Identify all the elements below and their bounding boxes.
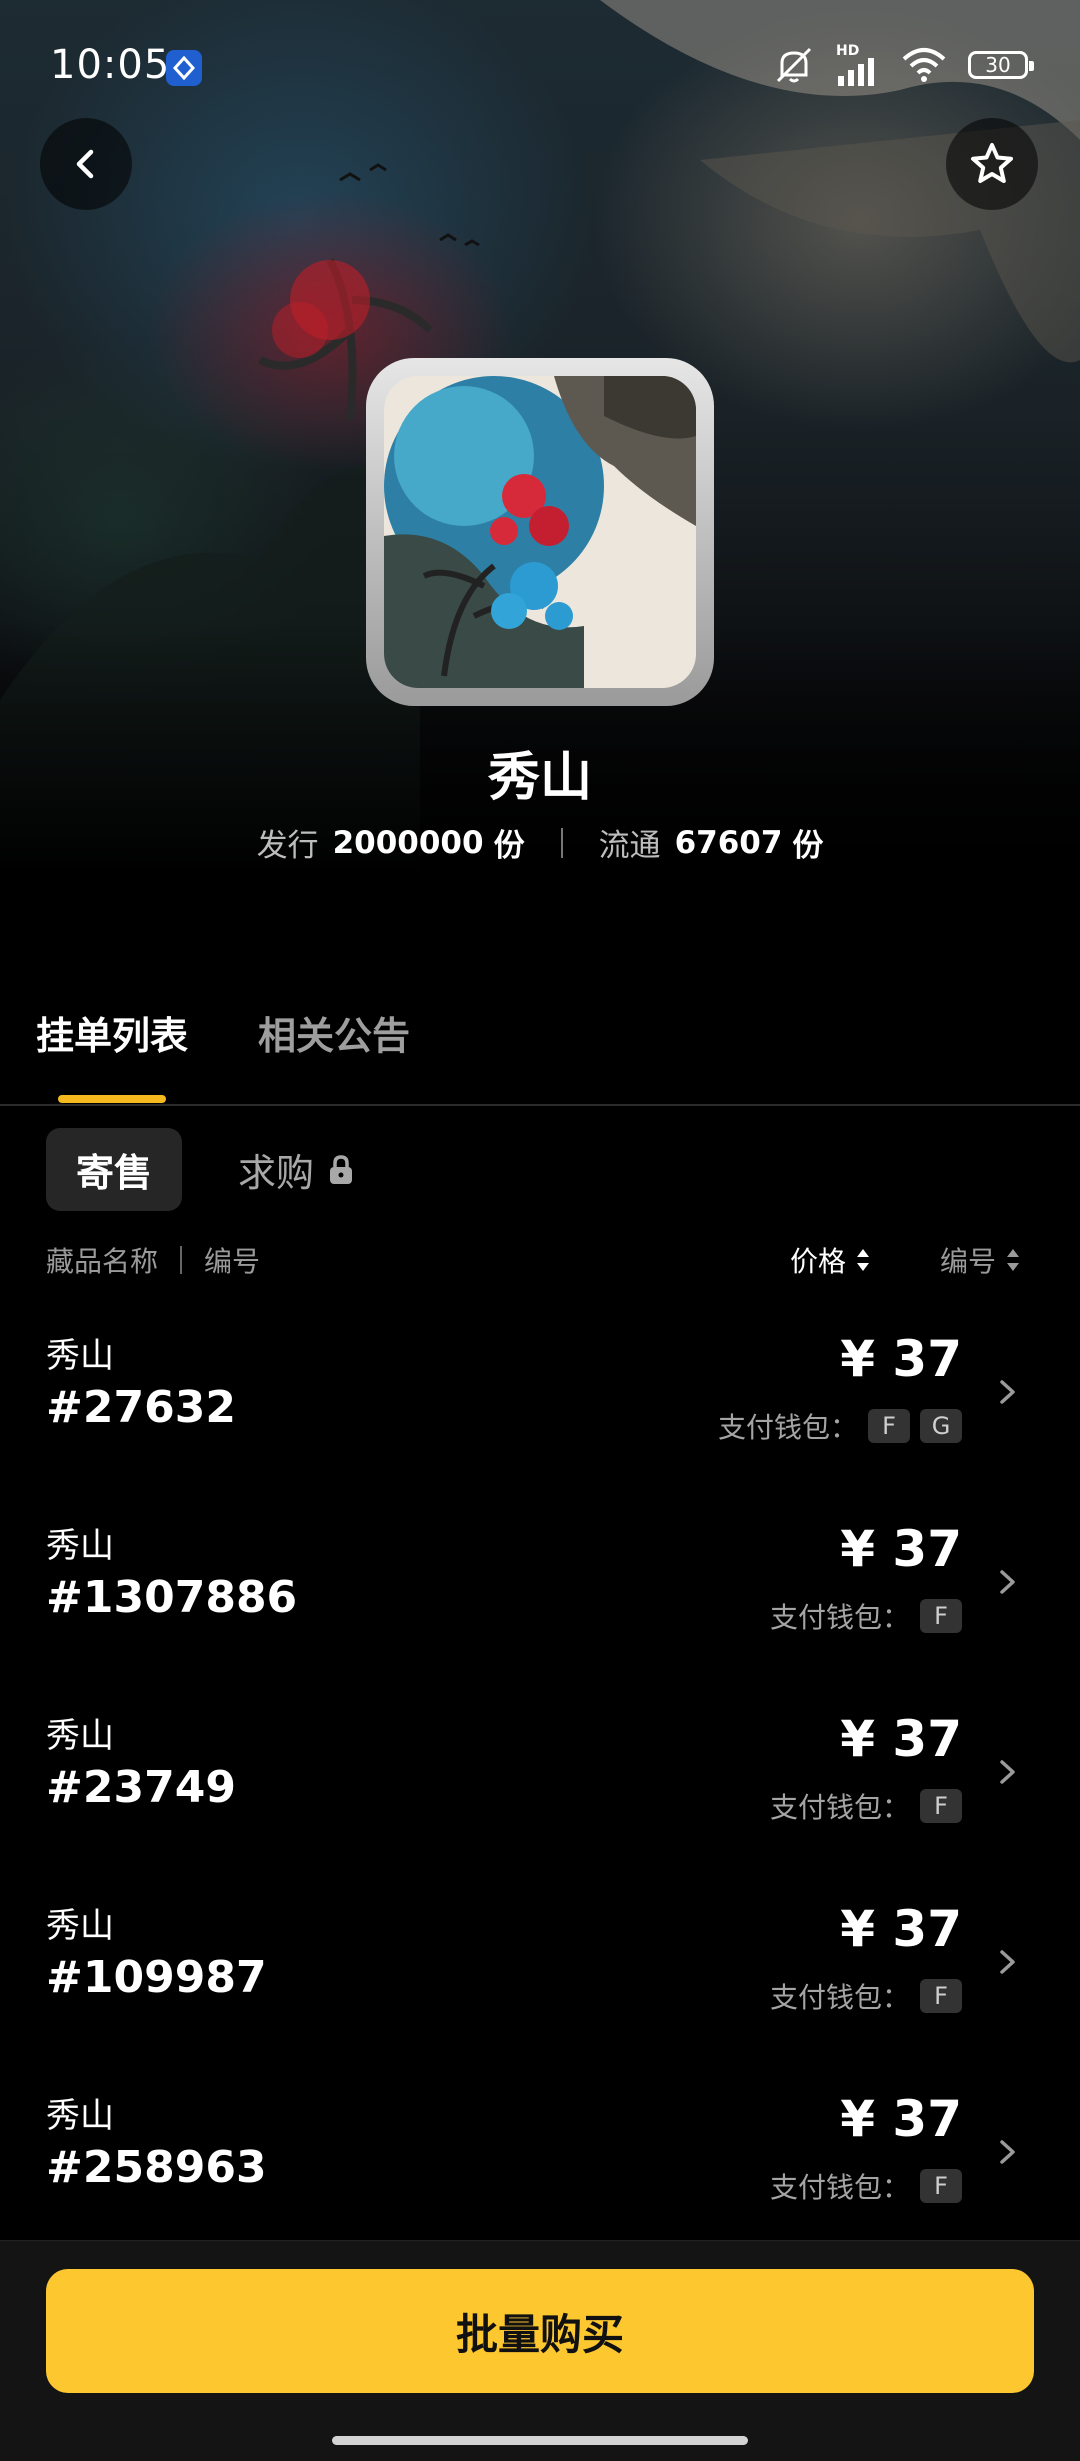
wallet-label: 支付钱包：: [769, 1601, 910, 1634]
listing-number: #109987: [46, 1952, 267, 2003]
favorite-button[interactable]: [946, 118, 1038, 210]
listing-price: ¥ 37: [840, 1900, 962, 1958]
sub-tabs: 寄售 求购: [46, 1128, 358, 1211]
mute-icon: [776, 47, 812, 83]
status-time: 10:05: [50, 42, 171, 88]
tab-listings[interactable]: 挂单列表: [36, 1005, 188, 1060]
listing-price: ¥ 37: [840, 1330, 962, 1388]
back-icon: [76, 149, 94, 179]
app-notification-icon: [166, 50, 202, 86]
chevron-right-icon: [1000, 1950, 1015, 1974]
payment-wallets: 支付钱包： F G: [718, 1406, 962, 1446]
tab-announcements[interactable]: 相关公告: [258, 1005, 410, 1060]
signal-icon: HD: [836, 44, 880, 86]
circulation-unit: 份: [792, 828, 824, 864]
wallet-label: 支付钱包：: [769, 1981, 910, 2014]
tab-active-indicator: [58, 1095, 166, 1103]
collection-artwork: [384, 376, 696, 688]
chevron-right-icon: [1000, 1380, 1015, 1404]
listing-price: ¥ 37: [840, 2090, 962, 2148]
sort-price-label: 价格: [789, 1245, 846, 1278]
bottom-action-bar: 批量购买: [0, 2240, 1080, 2461]
subtab-wanted[interactable]: 求购: [238, 1142, 358, 1197]
listing-number: #27632: [46, 1382, 236, 1433]
listing-number: #1307886: [46, 1572, 298, 1623]
tabs-divider: [0, 1104, 1080, 1106]
wallet-tag: F: [920, 1979, 962, 2013]
collection-cover: [366, 358, 714, 706]
wallet-label: 支付钱包：: [769, 1791, 910, 1824]
star-icon: [971, 143, 1013, 183]
listing-number: #23749: [46, 1762, 236, 1813]
battery-level: 30: [985, 53, 1011, 77]
circulation-label: 流通: [598, 828, 661, 864]
wallet-label: 支付钱包：: [717, 1411, 858, 1444]
payment-wallets: 支付钱包： F: [770, 1786, 962, 1826]
listing-name: 秀山: [46, 2096, 114, 2136]
subtab-consignment[interactable]: 寄售: [46, 1128, 183, 1211]
stats-divider: [560, 827, 563, 858]
battery-icon: 30: [968, 51, 1034, 79]
main-tabs: 挂单列表 相关公告: [36, 1005, 410, 1060]
listing-name: 秀山: [46, 1336, 114, 1376]
sort-by-number-button[interactable]: 编号: [940, 1240, 1020, 1280]
batch-buy-button[interactable]: 批量购买: [46, 2269, 1034, 2393]
listing-row[interactable]: 秀山 #27632 ¥ 37 支付钱包： F G: [0, 1310, 1080, 1500]
sort-icon: [1007, 1249, 1019, 1271]
payment-wallets: 支付钱包： F: [770, 1976, 962, 2016]
collection-stats: 发行 2000000 份 流通 67607 份: [0, 820, 1080, 865]
listing-row[interactable]: 秀山 #109987 ¥ 37 支付钱包： F: [0, 1880, 1080, 2070]
subtab-wanted-label: 求购: [238, 1151, 315, 1195]
issued-unit: 份: [493, 828, 525, 864]
list-header: 藏品名称 编号 价格 编号: [46, 1240, 1020, 1280]
listing-list: 秀山 #27632 ¥ 37 支付钱包： F G 秀山 #1307886 ¥ 3…: [0, 1310, 1080, 2260]
chevron-right-icon: [1000, 1570, 1015, 1594]
listing-price: ¥ 37: [840, 1520, 962, 1578]
listing-row[interactable]: 秀山 #23749 ¥ 37 支付钱包： F: [0, 1690, 1080, 1880]
wallet-tag: G: [920, 1409, 962, 1443]
wallet-tag: F: [920, 1789, 962, 1823]
listing-row[interactable]: 秀山 #1307886 ¥ 37 支付钱包： F: [0, 1500, 1080, 1690]
sort-number-label: 编号: [939, 1245, 996, 1278]
wallet-tag: F: [920, 1599, 962, 1633]
listing-number: #258963: [46, 2142, 267, 2193]
payment-wallets: 支付钱包： F: [770, 2166, 962, 2206]
header-number-label: 编号: [204, 1245, 261, 1278]
payment-wallets: 支付钱包： F: [770, 1596, 962, 1636]
listing-name: 秀山: [46, 1526, 114, 1566]
chevron-right-icon: [1000, 1760, 1015, 1784]
back-button[interactable]: [40, 118, 132, 210]
listing-price: ¥ 37: [840, 1710, 962, 1768]
issued-value: 2000000: [332, 824, 484, 861]
wallet-tag: F: [920, 2169, 962, 2203]
lock-icon: [330, 1154, 353, 1184]
status-icons: HD 30: [772, 44, 1034, 86]
issued-label: 发行: [256, 828, 319, 864]
listing-name: 秀山: [46, 1906, 114, 1946]
listing-name: 秀山: [46, 1716, 114, 1756]
home-indicator[interactable]: [332, 2436, 748, 2445]
network-label: HD: [836, 43, 860, 59]
chevron-right-icon: [1000, 2140, 1015, 2164]
collection-title: 秀山: [487, 748, 592, 808]
wallet-tag: F: [868, 1409, 910, 1443]
header-divider: [180, 1246, 183, 1274]
wifi-icon: [902, 48, 946, 82]
status-bar: 10:05 HD 30: [0, 0, 1080, 135]
circulation-value: 67607: [674, 824, 783, 861]
wallet-label: 支付钱包：: [769, 2171, 910, 2204]
listing-row[interactable]: 秀山 #258963 ¥ 37 支付钱包： F: [0, 2070, 1080, 2260]
sort-icon: [856, 1249, 869, 1271]
sort-by-price-button[interactable]: 价格: [790, 1240, 870, 1280]
header-name-label: 藏品名称: [46, 1245, 159, 1278]
